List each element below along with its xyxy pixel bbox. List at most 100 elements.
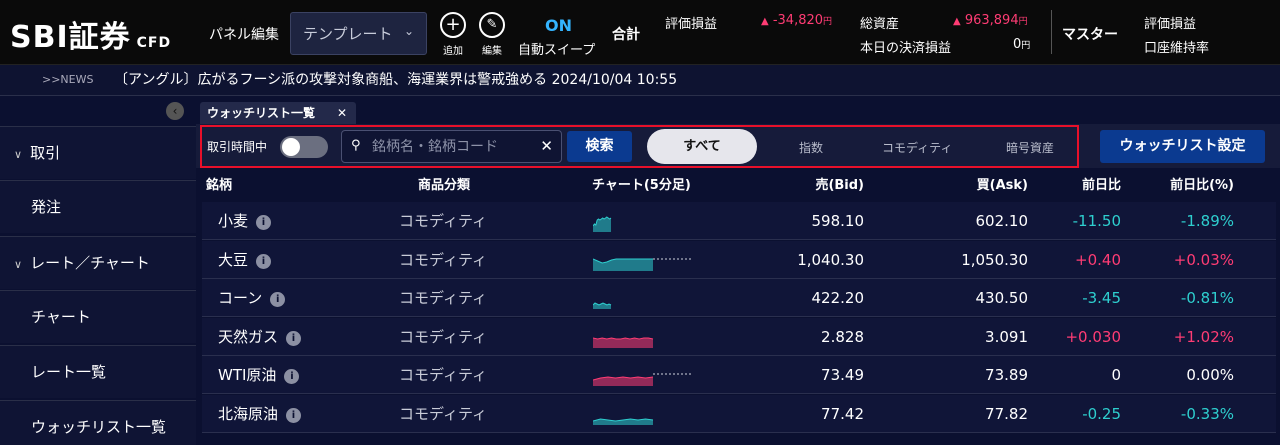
change-pct-value: +1.02% xyxy=(1173,327,1234,346)
table-row[interactable]: 大豆 i コモディティ 1,040.30 1,050.30 +0.40 +0.03% xyxy=(202,240,1276,279)
search-button[interactable]: 検索 xyxy=(567,131,632,162)
sidebar-item-rate-list[interactable]: レート一覧 xyxy=(0,345,196,398)
change-value: +0.030 xyxy=(1065,327,1121,346)
info-icon[interactable]: i xyxy=(270,292,286,307)
ask-price[interactable]: 1,050.30 xyxy=(961,241,1028,279)
pnl-value: ▲ -34,820円 xyxy=(761,13,833,28)
change-pct-value: -1.89% xyxy=(1180,212,1234,230)
col-bid[interactable]: 売(Bid) xyxy=(815,172,864,200)
ask-price[interactable]: 430.50 xyxy=(976,279,1029,317)
change-value: 0 xyxy=(1111,366,1121,384)
category: コモディティ xyxy=(399,404,488,423)
category: コモディティ xyxy=(399,289,488,307)
symbol-name[interactable]: 小麦 i xyxy=(218,202,272,240)
settle-value: 0円 xyxy=(1013,37,1031,52)
table-row[interactable]: 天然ガス i コモディティ 2.828 3.091 +0.030 +1.02% xyxy=(202,317,1276,356)
sidebar-item-watchlist[interactable]: ウォッチリスト一覧 xyxy=(0,400,196,445)
settle-label: 本日の決済損益 xyxy=(860,41,952,56)
bid-price[interactable]: 1,040.30 xyxy=(797,241,864,279)
col-category[interactable]: 商品分類 xyxy=(418,172,470,200)
search-box[interactable]: ⚲ ✕ xyxy=(341,130,562,163)
change-value: -3.45 xyxy=(1082,289,1121,307)
col-chart: チャート(5分足) xyxy=(592,178,691,193)
col-name[interactable]: 銘柄 xyxy=(206,172,232,200)
change-value: +0.40 xyxy=(1075,250,1121,269)
pnl-label: 評価損益 xyxy=(665,17,718,32)
panel-edit-label: パネル編集 xyxy=(209,27,279,43)
template-select[interactable]: テンプレート ⌄ xyxy=(290,12,427,55)
change-value: -0.25 xyxy=(1082,404,1121,423)
change-pct-value: +0.03% xyxy=(1173,250,1234,269)
assets-value: ▲ 963,894円 xyxy=(953,13,1028,28)
table-row[interactable]: 北海原油 i コモディティ 77.42 77.82 -0.25 -0.33% xyxy=(202,394,1276,433)
toggle-knob xyxy=(282,138,300,156)
info-icon[interactable]: i xyxy=(286,407,302,423)
watchlist-settings-button[interactable]: ウォッチリスト設定 xyxy=(1100,130,1265,163)
sidebar-item-rate-chart[interactable]: ∨ レート／チャート xyxy=(0,236,196,289)
info-icon[interactable]: i xyxy=(284,369,300,384)
symbol-name[interactable]: 天然ガス i xyxy=(218,318,302,356)
symbol-name[interactable]: WTI原油 i xyxy=(218,356,300,394)
sparkline-chart xyxy=(593,302,612,309)
add-button[interactable]: + 追加 xyxy=(436,12,470,57)
ask-price[interactable]: 77.82 xyxy=(985,395,1028,433)
news-headline[interactable]: 〔アングル〕広がるフーシ派の攻撃対象商船、海運業界は警戒強める 2024/10/… xyxy=(114,65,677,95)
pencil-icon: ✎ xyxy=(479,12,505,38)
symbol-name[interactable]: 大豆 i xyxy=(218,241,272,279)
logo: SBI証券 CFD xyxy=(10,20,172,55)
category: コモディティ xyxy=(399,366,488,384)
filter-crypto[interactable]: 暗号資産 xyxy=(1006,139,1054,156)
sidebar-item-trade[interactable]: ∨ 取引 xyxy=(0,126,196,179)
table-header: 銘柄 商品分類 チャート(5分足) 売(Bid) 買(Ask) 前日比 前日比(… xyxy=(202,172,1276,200)
master-label: マスター xyxy=(1062,27,1118,43)
category: コモディティ xyxy=(399,250,488,269)
filter-all[interactable]: すべて xyxy=(647,129,757,164)
sparkline-chart xyxy=(593,216,612,232)
info-icon[interactable]: i xyxy=(256,215,272,230)
news-ticker[interactable]: >>NEWS 〔アングル〕広がるフーシ派の攻撃対象商船、海運業界は警戒強める 2… xyxy=(0,64,1280,96)
symbol-name[interactable]: 北海原油 i xyxy=(218,395,302,433)
auto-sweep-state[interactable]: ON xyxy=(545,16,572,35)
col-ask[interactable]: 買(Ask) xyxy=(977,172,1028,200)
edit-button[interactable]: ✎ 編集 xyxy=(475,12,509,57)
trading-hours-toggle[interactable] xyxy=(280,136,328,158)
col-change[interactable]: 前日比 xyxy=(1082,172,1121,200)
search-input[interactable] xyxy=(372,137,532,157)
info-icon[interactable]: i xyxy=(286,330,302,346)
tab-watchlist[interactable]: ウォッチリスト一覧 ✕ xyxy=(200,102,356,124)
margin-rate-label: 口座維持率 xyxy=(1144,41,1210,56)
sidebar-item-order[interactable]: 発注 xyxy=(0,180,196,233)
bid-price[interactable]: 2.828 xyxy=(821,318,864,356)
app-header: SBI証券 CFD パネル編集 テンプレート ⌄ + 追加 ✎ 編集 ON 自動スイ… xyxy=(0,0,1280,64)
sparkline-chart xyxy=(593,373,693,386)
ask-price[interactable]: 73.89 xyxy=(985,356,1028,394)
bid-price[interactable]: 73.49 xyxy=(821,356,864,394)
sidebar-item-chart[interactable]: チャート xyxy=(0,290,196,343)
info-icon[interactable]: i xyxy=(256,253,272,269)
table-row[interactable]: コーン i コモディティ 422.20 430.50 -3.45 -0.81% xyxy=(202,279,1276,317)
category: コモディティ xyxy=(399,212,488,230)
clear-icon[interactable]: ✕ xyxy=(540,137,553,155)
ask-price[interactable]: 3.091 xyxy=(985,318,1028,356)
col-change-pct[interactable]: 前日比(%) xyxy=(1170,172,1234,200)
filter-index[interactable]: 指数 xyxy=(799,139,823,156)
collapse-sidebar-icon[interactable]: ‹ xyxy=(166,102,184,120)
trading-hours-label: 取引時間中 xyxy=(207,140,268,154)
bid-price[interactable]: 422.20 xyxy=(812,279,865,317)
filter-commodity[interactable]: コモディティ xyxy=(882,139,952,156)
table-row[interactable]: WTI原油 i コモディティ 73.49 73.89 0 0.00% xyxy=(202,356,1276,394)
main-panel: ウォッチリスト一覧✕ 取引時間中 ⚲ ✕ 検索 すべて 指数 コモディティ 暗号… xyxy=(196,96,1280,445)
ask-price[interactable]: 602.10 xyxy=(976,202,1029,240)
news-tag: >>NEWS xyxy=(42,73,94,86)
chevron-down-icon: ∨ xyxy=(14,148,23,161)
sparkline-chart xyxy=(593,417,654,425)
table-row[interactable]: 小麦 i コモディティ 598.10 602.10 -11.50 -1.89% xyxy=(202,202,1276,240)
bid-price[interactable]: 77.42 xyxy=(821,395,864,433)
symbol-name[interactable]: コーン i xyxy=(218,279,286,317)
change-value: -11.50 xyxy=(1072,212,1121,230)
auto-sweep-label: 自動スイープ xyxy=(518,43,596,58)
bid-price[interactable]: 598.10 xyxy=(812,202,865,240)
plus-icon: + xyxy=(440,12,466,38)
close-icon[interactable]: ✕ xyxy=(337,102,347,124)
change-pct-value: -0.81% xyxy=(1180,289,1234,307)
